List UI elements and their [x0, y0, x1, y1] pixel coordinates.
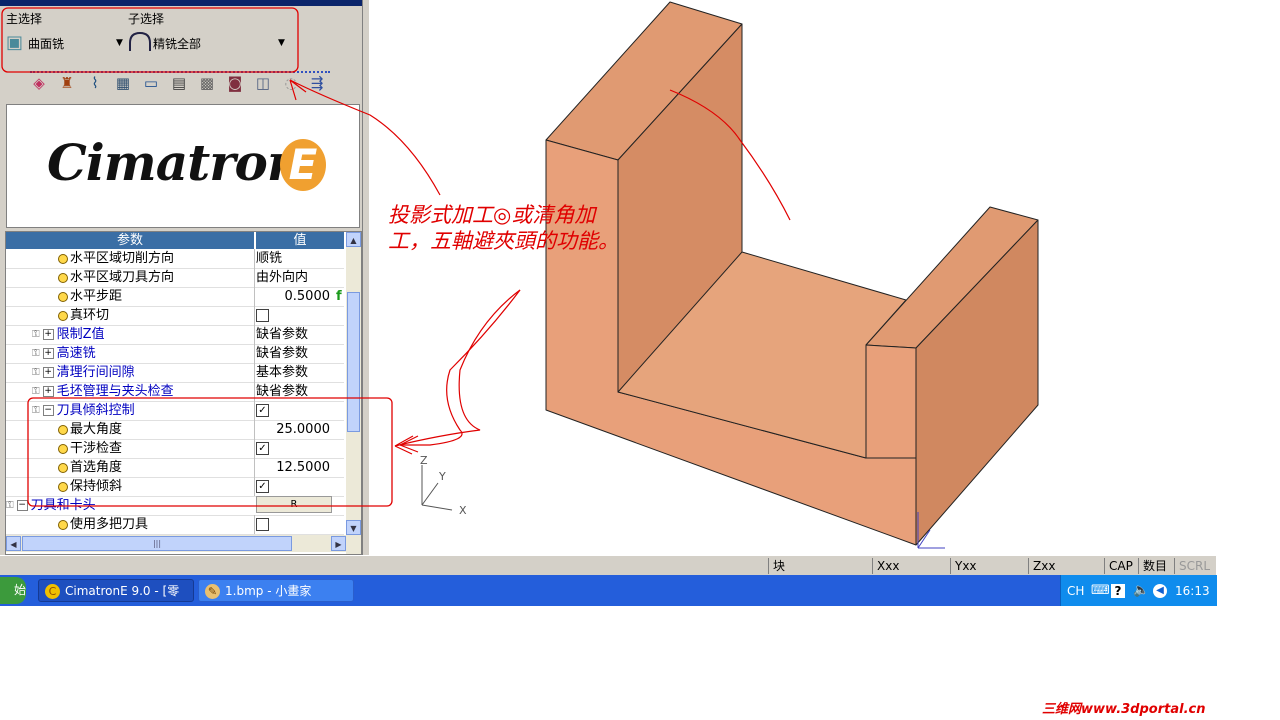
system-tray: CH ⌨ ? 🔈 ◀ 16:13 — [1060, 575, 1217, 606]
start-button[interactable]: 始 — [0, 577, 26, 604]
status-y: Yxx — [950, 558, 1029, 574]
keyboard-icon[interactable]: ⌨ — [1091, 583, 1110, 599]
bulb-icon — [58, 519, 68, 530]
taskbar-item-paint[interactable]: ✎ 1.bmp - 小畫家 — [198, 579, 354, 602]
status-mode: 块 — [768, 558, 873, 574]
status-bar: 块 Xxx Yxx Zxx CAP 数目 SCRL — [0, 555, 1216, 576]
paint-icon: ✎ — [205, 584, 220, 599]
clock: 16:13 — [1175, 584, 1210, 598]
taskbar-item-label: 1.bmp - 小畫家 — [225, 584, 312, 598]
horizontal-scrollbar[interactable]: ◀ ||| ▶ — [6, 535, 346, 552]
help-icon[interactable]: ? — [1111, 584, 1125, 598]
cimatron-icon: C — [45, 584, 60, 599]
taskbar: 始 C CimatronE 9.0 - [零件... ✎ 1.bmp - 小畫家… — [0, 575, 1217, 621]
back-arrow-icon[interactable]: ◀ — [1153, 584, 1167, 598]
scroll-thumb[interactable]: ||| — [22, 536, 292, 551]
status-num: 数目 — [1138, 558, 1175, 574]
volume-icon[interactable]: 🔈 — [1133, 583, 1149, 599]
status-scrl: SCRL — [1174, 558, 1213, 574]
taskbar-item-label: CimatronE 9.0 - [零件... — [65, 584, 180, 621]
status-cap: CAP — [1104, 558, 1139, 574]
annotation-overlay — [1, 7, 521, 507]
scroll-down-icon[interactable]: ▼ — [346, 520, 361, 535]
status-z: Zxx — [1028, 558, 1105, 574]
scroll-left-icon[interactable]: ◀ — [6, 536, 21, 551]
language-indicator[interactable]: CH — [1067, 583, 1084, 599]
status-x: Xxx — [872, 558, 949, 574]
taskbar-item-cimatron[interactable]: C CimatronE 9.0 - [零件... — [38, 579, 194, 621]
watermark: 三维网www.3dportal.cn — [1042, 702, 1206, 717]
scroll-right-icon[interactable]: ▶ — [331, 536, 346, 551]
annotation-text: 投影式加工◎或清角加工，五軸避夾頭的功能。 — [388, 203, 619, 253]
